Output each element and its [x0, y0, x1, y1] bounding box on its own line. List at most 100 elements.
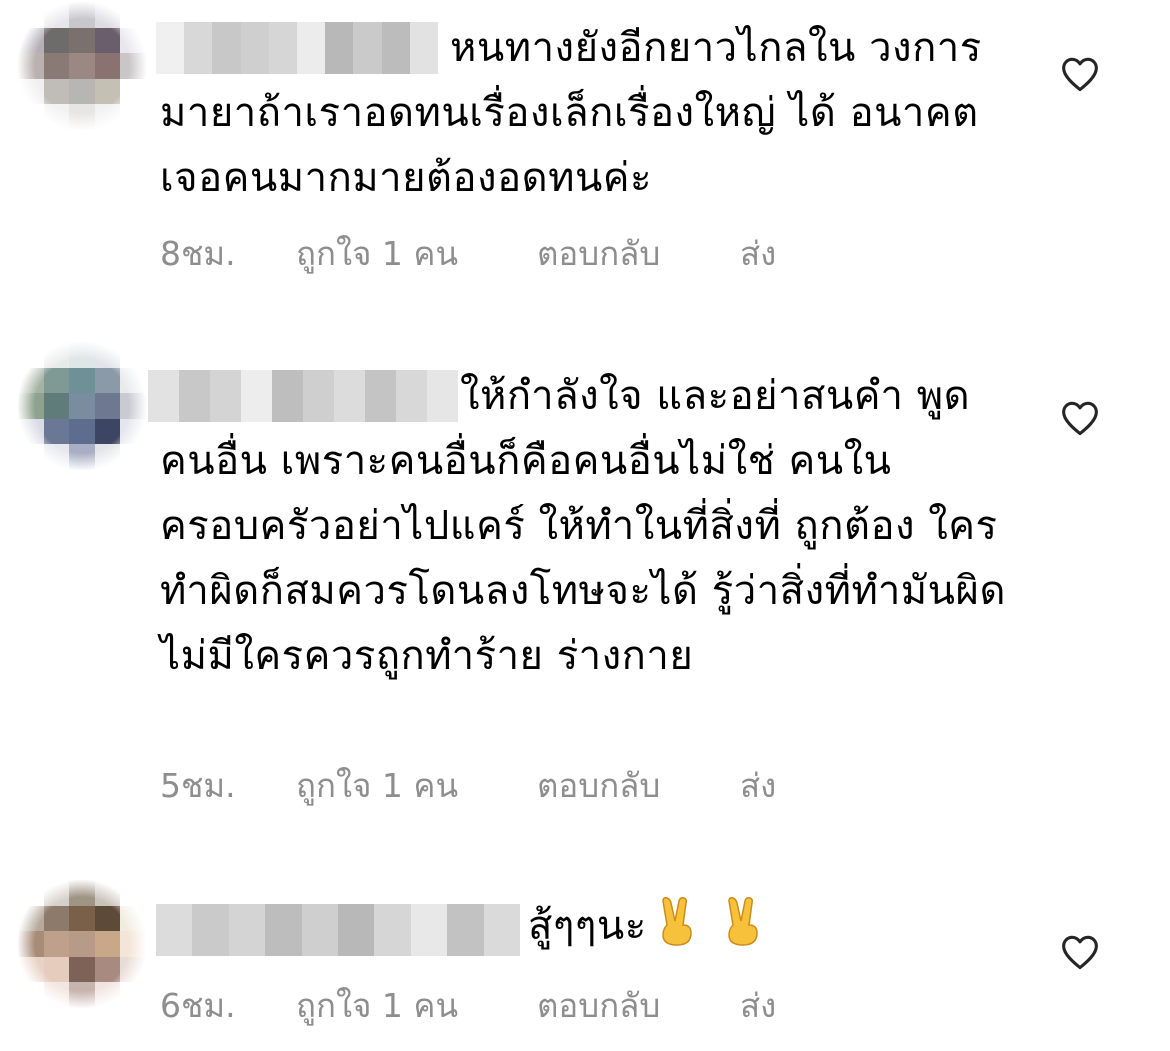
avatar-pixel	[69, 27, 95, 54]
avatar-pixel	[94, 27, 121, 54]
avatar-pixel	[43, 444, 70, 470]
avatar-pixel	[69, 2, 95, 28]
send-button[interactable]: ส่ง	[740, 234, 776, 274]
username-blur-block	[228, 904, 266, 956]
avatar-pixel	[120, 53, 146, 79]
username-redacted[interactable]	[156, 904, 520, 956]
avatar-pixel	[43, 418, 70, 445]
avatar-pixel	[18, 393, 44, 419]
avatar-pixel	[69, 905, 95, 932]
avatar-pixel	[69, 982, 95, 1008]
avatar-pixel	[18, 444, 44, 470]
avatar-pixel	[120, 367, 146, 394]
avatar-pixel	[120, 956, 146, 983]
avatar-pixel	[18, 880, 44, 906]
likes-count[interactable]: ถูกใจ 1 คน	[296, 986, 537, 1026]
avatar-pixel	[43, 982, 70, 1008]
avatar-pixel	[43, 367, 70, 394]
avatar[interactable]	[18, 2, 146, 130]
avatar-pixel	[69, 53, 95, 79]
avatar-pixel	[94, 982, 121, 1008]
avatar-pixel	[69, 956, 95, 983]
avatar-pixel	[94, 418, 121, 445]
avatar-pixel	[18, 982, 44, 1008]
avatar-pixel	[94, 104, 121, 130]
avatar-pixel	[120, 78, 146, 105]
likes-count[interactable]: ถูกใจ 1 คน	[296, 234, 537, 274]
avatar-pixel	[69, 880, 95, 906]
victory-hand-emoji	[727, 897, 758, 946]
avatar-pixel	[18, 78, 44, 105]
heart-icon[interactable]	[1060, 934, 1100, 970]
avatar-pixel	[18, 905, 44, 932]
avatar-pixel	[94, 905, 121, 932]
avatar-pixel	[43, 342, 70, 368]
reply-button[interactable]: ตอบกลับ	[537, 766, 740, 806]
avatar-pixel	[94, 53, 121, 79]
avatar-pixel	[43, 27, 70, 54]
avatar-pixel	[94, 367, 121, 394]
avatar-pixel	[94, 2, 121, 28]
avatar-pixel	[120, 104, 146, 130]
comment-body: หนทางยังอีกยาวไกลใน วงการมายาถ้าเราอดทนเ…	[160, 25, 982, 201]
username-blur-block	[192, 904, 229, 956]
avatar-pixel	[120, 880, 146, 906]
username-blur-block	[265, 904, 302, 956]
avatar-pixel	[120, 982, 146, 1008]
username-blur-block	[301, 904, 339, 956]
avatar-pixel	[69, 418, 95, 445]
avatar-pixel	[43, 104, 70, 130]
timestamp[interactable]: 5ชม.	[160, 766, 296, 806]
avatar-pixel	[120, 2, 146, 28]
avatar-pixel	[43, 905, 70, 932]
username-blur-block	[374, 904, 411, 956]
avatar-pixel	[94, 931, 121, 957]
avatar-pixel	[94, 880, 121, 906]
avatar-pixel	[120, 27, 146, 54]
avatar-pixel	[43, 2, 70, 28]
username-blur-block	[338, 904, 375, 956]
avatar[interactable]	[18, 342, 146, 470]
avatar-pixel	[120, 444, 146, 470]
avatar-pixel	[120, 418, 146, 445]
avatar-pixel	[94, 956, 121, 983]
timestamp[interactable]: 6ชม.	[160, 986, 296, 1026]
heart-icon[interactable]	[1060, 56, 1100, 92]
reply-button[interactable]: ตอบกลับ	[537, 234, 740, 274]
avatar-pixel	[43, 393, 70, 419]
avatar-pixel	[69, 367, 95, 394]
avatar-pixel	[18, 104, 44, 130]
send-button[interactable]: ส่ง	[740, 766, 776, 806]
comment-text: ให้กำลังใจ และอย่าสนคำ พูดคนอื่น เพราะคน…	[160, 364, 1020, 689]
avatar-pixel	[69, 342, 95, 368]
avatar-pixel	[18, 367, 44, 394]
username-blur-block	[483, 904, 520, 956]
avatar-pixel	[43, 931, 70, 957]
avatar-pixel	[18, 53, 44, 79]
avatar-pixel	[43, 53, 70, 79]
avatar-pixel	[18, 931, 44, 957]
heart-icon[interactable]	[1060, 400, 1100, 436]
comment-body: ให้กำลังใจ และอย่าสนคำ พูดคนอื่น เพราะคน…	[160, 373, 1006, 679]
send-button[interactable]: ส่ง	[740, 986, 776, 1026]
reply-button[interactable]: ตอบกลับ	[537, 986, 740, 1026]
avatar-pixel	[18, 956, 44, 983]
avatar-pixel	[18, 342, 44, 368]
avatar-pixel	[18, 2, 44, 28]
victory-hand-emoji	[661, 897, 692, 946]
avatar-pixel	[69, 444, 95, 470]
avatar-pixel	[18, 418, 44, 445]
avatar-pixel	[43, 78, 70, 105]
timestamp[interactable]: 8ชม.	[160, 234, 296, 274]
avatar-pixel	[43, 880, 70, 906]
comment-meta: 5ชม. ถูกใจ 1 คน ตอบกลับ ส่ง	[160, 766, 776, 806]
likes-count[interactable]: ถูกใจ 1 คน	[296, 766, 537, 806]
avatar-pixel	[94, 342, 121, 368]
avatar-pixel	[94, 78, 121, 105]
avatar-pixel	[69, 78, 95, 105]
avatar-pixel	[120, 342, 146, 368]
avatar-pixel	[120, 905, 146, 932]
avatar-pixel	[120, 393, 146, 419]
comment-meta: 8ชม. ถูกใจ 1 คน ตอบกลับ ส่ง	[160, 234, 776, 274]
avatar[interactable]	[18, 880, 146, 1008]
